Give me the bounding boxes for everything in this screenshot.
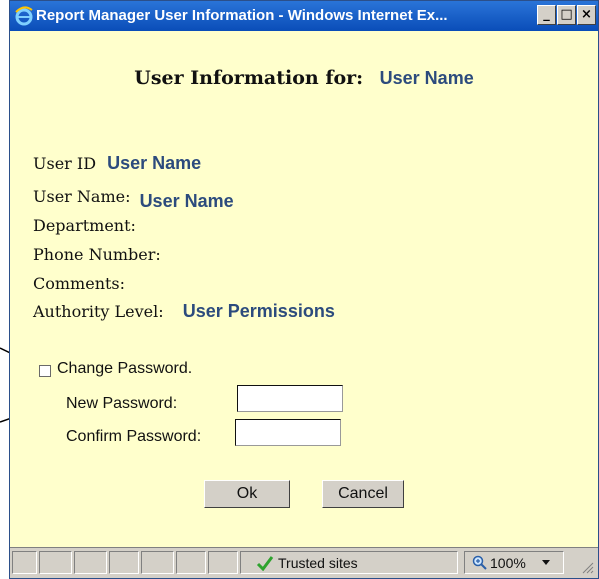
field-phone-number: Phone Number:: [33, 244, 161, 265]
field-value: User Permissions: [182, 301, 335, 321]
field-value: User Name: [107, 153, 202, 173]
title-bar[interactable]: Report Manager User Information - Window…: [10, 1, 598, 31]
status-segment: [208, 551, 238, 574]
zoom-level: 100%: [490, 555, 526, 571]
field-label: User Name:: [33, 187, 131, 206]
field-label: Authority Level:: [33, 302, 164, 321]
status-segment: [39, 551, 72, 574]
zoom-icon: [472, 555, 487, 570]
heading-user-name: User Name: [379, 68, 474, 88]
cancel-button[interactable]: Cancel: [322, 480, 404, 508]
trusted-sites-check-icon: [256, 556, 274, 571]
status-bar: Trusted sites 100%: [10, 547, 598, 578]
status-segment: [141, 551, 174, 574]
dialog-content: User Information for: User Name User ID …: [10, 31, 598, 548]
window-title: Report Manager User Information - Window…: [36, 7, 448, 24]
new-password-label: New Password:: [66, 395, 178, 412]
close-button[interactable]: ×: [577, 5, 596, 25]
field-user-name: User Name: User Name: [33, 186, 234, 211]
maximize-button[interactable]: □: [557, 5, 576, 25]
ie-icon: [15, 6, 33, 26]
status-segment: [12, 551, 37, 574]
field-value: User Name: [139, 191, 234, 211]
field-label: Phone Number:: [33, 245, 161, 264]
resize-grip-icon[interactable]: [580, 560, 594, 574]
status-segment: [109, 551, 139, 574]
heading-label: User Information for:: [134, 67, 364, 89]
field-comments: Comments:: [33, 273, 125, 294]
new-password-input[interactable]: [237, 385, 343, 412]
ok-button[interactable]: Ok: [204, 480, 290, 508]
field-authority-level: Authority Level: User Permissions: [33, 301, 335, 322]
page-title: User Information for: User Name: [10, 67, 598, 89]
minimize-button[interactable]: _: [537, 5, 556, 25]
field-label: Comments:: [33, 274, 126, 293]
field-department: Department:: [33, 215, 136, 236]
security-zone-label: Trusted sites: [278, 555, 358, 571]
status-segment: [176, 551, 206, 574]
dropdown-arrow-icon[interactable]: [542, 560, 550, 566]
ie-popup-window: Report Manager User Information - Window…: [9, 0, 599, 579]
change-password-label[interactable]: Change Password.: [57, 360, 192, 378]
field-user-id: User ID User Name: [33, 153, 201, 174]
change-password-checkbox[interactable]: [39, 365, 51, 377]
confirm-password-label: Confirm Password:: [66, 428, 202, 445]
field-label: Department:: [33, 216, 136, 235]
confirm-password-input[interactable]: [235, 419, 341, 446]
status-segment: [74, 551, 107, 574]
field-label: User ID: [33, 154, 97, 173]
